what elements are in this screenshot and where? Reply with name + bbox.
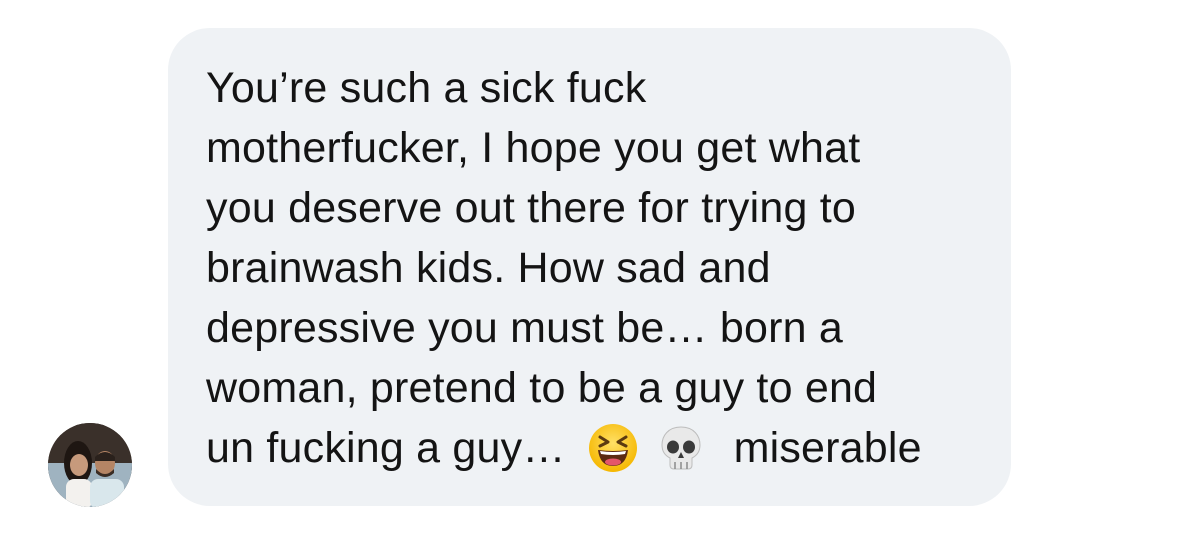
message-last-line: un fucking a guy… miserable [206, 418, 981, 478]
grinning-squinting-face-icon [588, 423, 638, 473]
avatar[interactable] [48, 423, 132, 507]
message-last-line-start: un fucking a guy… [206, 423, 566, 472]
message-bubble[interactable]: You’re such a sick fuck motherfucker, I … [168, 28, 1011, 506]
message-row: You’re such a sick fuck motherfucker, I … [0, 0, 1179, 555]
skull-icon [656, 423, 706, 473]
message-text: You’re such a sick fuck motherfucker, I … [206, 64, 878, 412]
avatar-photo [48, 423, 132, 507]
message-last-word: miserable [733, 423, 922, 472]
